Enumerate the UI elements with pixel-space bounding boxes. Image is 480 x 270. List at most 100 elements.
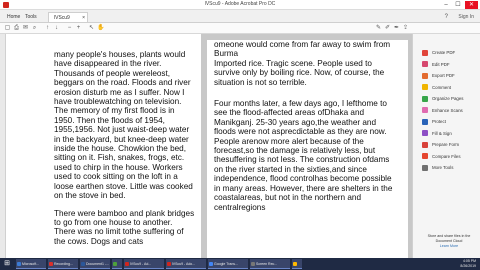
zoom-out-icon[interactable]: − [66, 25, 73, 32]
taskbar-app[interactable]: Microsoft... [16, 259, 46, 269]
tool-item[interactable]: Compare Files [422, 152, 480, 161]
tool-item[interactable]: Create PDF [422, 48, 480, 57]
app-icon [167, 262, 171, 266]
tool-label: Compare Files [432, 153, 461, 159]
tool-item[interactable]: Fill & Sign [422, 129, 480, 138]
tab-close-icon[interactable]: × [82, 13, 85, 23]
share-icon[interactable]: ⇪ [402, 25, 409, 32]
system-clock[interactable]: 4:05 PM 8/26/2019 [460, 259, 476, 269]
tool-icon [422, 118, 428, 125]
app-icon [251, 262, 255, 266]
prev-page-icon[interactable]: ↑ [44, 25, 51, 32]
app-icon [17, 262, 21, 266]
tool-icon [422, 84, 428, 90]
promo-text: Store and share files in the Document Cl… [427, 234, 471, 243]
taskbar-app-label: lVScu9 - Ado... [172, 262, 196, 266]
tool-icon [422, 164, 428, 171]
start-button[interactable]: ⊞ [2, 260, 12, 268]
tab-document-label: lVScu9 [54, 15, 70, 21]
title-bar: lVScu9 - Adobe Acrobat Pro DC – ☐ ✕ [0, 0, 480, 10]
comment-icon[interactable]: ✎ [375, 25, 382, 32]
tool-item[interactable]: Organize Pages [422, 94, 480, 103]
taskbar-app[interactable]: Google Trans... [208, 259, 248, 269]
tool-item[interactable]: Export PDF [422, 71, 480, 80]
tool-icon [422, 49, 428, 56]
clock-date: 8/26/2019 [460, 264, 476, 268]
next-page-icon[interactable]: ↓ [53, 25, 60, 32]
taskbar-app-label: Document1 -... [86, 262, 109, 266]
print-icon[interactable]: ⎙ [13, 25, 20, 32]
app-icon [293, 262, 297, 266]
tool-icon [422, 141, 428, 148]
tab-bar: Home Tools lVScu9 × ? Sign In [0, 10, 480, 23]
minimize-button[interactable]: – [441, 1, 451, 9]
tools-pane: Create PDF Edit PDF Export PDF Comment Organ… [412, 34, 480, 258]
app-icon [81, 262, 85, 266]
taskbar-app-label: Google Trans... [214, 262, 238, 266]
page-paragraph: many people's houses, plants would have … [54, 50, 193, 201]
page-paragraph: Imported rice. Tragic scene. People used… [214, 58, 385, 87]
taskbar-app[interactable]: lVScu9 - Ado... [166, 259, 206, 269]
tool-label: Fill & Sign [432, 130, 452, 136]
close-button[interactable]: ✕ [465, 1, 478, 9]
sign-in-link[interactable]: Sign In [458, 12, 474, 22]
tool-item[interactable]: More Tools [422, 163, 480, 172]
tool-label: Protect [432, 119, 446, 124]
tool-icon [422, 130, 428, 136]
tool-item[interactable]: Protect [422, 117, 480, 126]
tool-label: More Tools [432, 165, 454, 170]
help-icon[interactable]: ? [445, 12, 448, 22]
tool-icon [422, 107, 428, 113]
toolbar: ▢ ⎙ ✉ ⌕ ↑ ↓ − + ↖ ✋ ✎ ✐ ✒ ⇪ [0, 23, 480, 34]
tool-item[interactable]: Edit PDF [422, 60, 480, 69]
tool-label: Create PDF [432, 50, 456, 55]
maximize-button[interactable]: ☐ [453, 1, 463, 9]
save-icon[interactable]: ▢ [4, 25, 11, 32]
tool-label: Enhance Scans [432, 107, 463, 113]
taskbar-app[interactable] [292, 259, 302, 269]
app-icon [49, 262, 53, 266]
document-page-left: many people's houses, plants would have … [6, 34, 201, 258]
learn-more-link[interactable]: Learn More [440, 244, 458, 248]
taskbar: ⊞ Microsoft... Recording... Document1 -...… [0, 258, 480, 270]
tool-icon [422, 72, 428, 79]
tool-label: Export PDF [432, 73, 455, 78]
taskbar-app-label: Screen Rec... [256, 262, 278, 266]
tab-tools[interactable]: Tools [20, 12, 42, 22]
document-cloud-promo: Store and share files in the Document Cl… [421, 234, 477, 249]
zoom-in-icon[interactable]: + [75, 25, 82, 32]
app-icon [113, 262, 117, 266]
tab-document[interactable]: lVScu9 × [48, 12, 88, 22]
tool-item[interactable]: Comment [422, 83, 480, 92]
page-paragraph: Four months later, a few days ago, I lef… [214, 99, 393, 212]
taskbar-app[interactable]: Document1 -... [80, 259, 110, 269]
taskbar-app-label: Microsoft... [22, 262, 40, 266]
document-page-right: omeone would come from far away to swim … [207, 40, 408, 258]
highlight-icon[interactable]: ✐ [384, 25, 391, 32]
select-icon[interactable]: ↖ [88, 25, 95, 32]
search-icon[interactable]: ⌕ [31, 25, 38, 32]
taskbar-app[interactable]: lVScu9 - Ad... [124, 259, 164, 269]
tool-label: Prepare Form [432, 142, 460, 147]
sign-icon[interactable]: ✒ [393, 25, 400, 32]
app-icon [209, 262, 213, 266]
tool-icon [422, 61, 428, 67]
document-area[interactable]: many people's houses, plants would have … [6, 34, 412, 258]
tool-icon [422, 95, 428, 102]
page-paragraph: omeone would come from far away to swim … [214, 40, 391, 59]
tool-icon [422, 153, 428, 159]
tool-item[interactable]: Prepare Form [422, 140, 480, 149]
taskbar-app[interactable]: Recording... [48, 259, 78, 269]
tool-label: Edit PDF [432, 61, 450, 67]
mail-icon[interactable]: ✉ [22, 25, 29, 32]
taskbar-app[interactable]: Screen Rec... [250, 259, 290, 269]
taskbar-app[interactable] [112, 259, 122, 269]
tool-item[interactable]: Enhance Scans [422, 106, 480, 115]
page-paragraph: There were bamboo and plank bridges to g… [54, 208, 195, 246]
hand-icon[interactable]: ✋ [97, 25, 104, 32]
tool-label: Comment [432, 84, 452, 90]
taskbar-app-label: Recording... [54, 262, 73, 266]
window-title: lVScu9 - Adobe Acrobat Pro DC [204, 1, 276, 7]
app-icon [125, 262, 129, 266]
tool-label: Organize Pages [432, 96, 464, 101]
